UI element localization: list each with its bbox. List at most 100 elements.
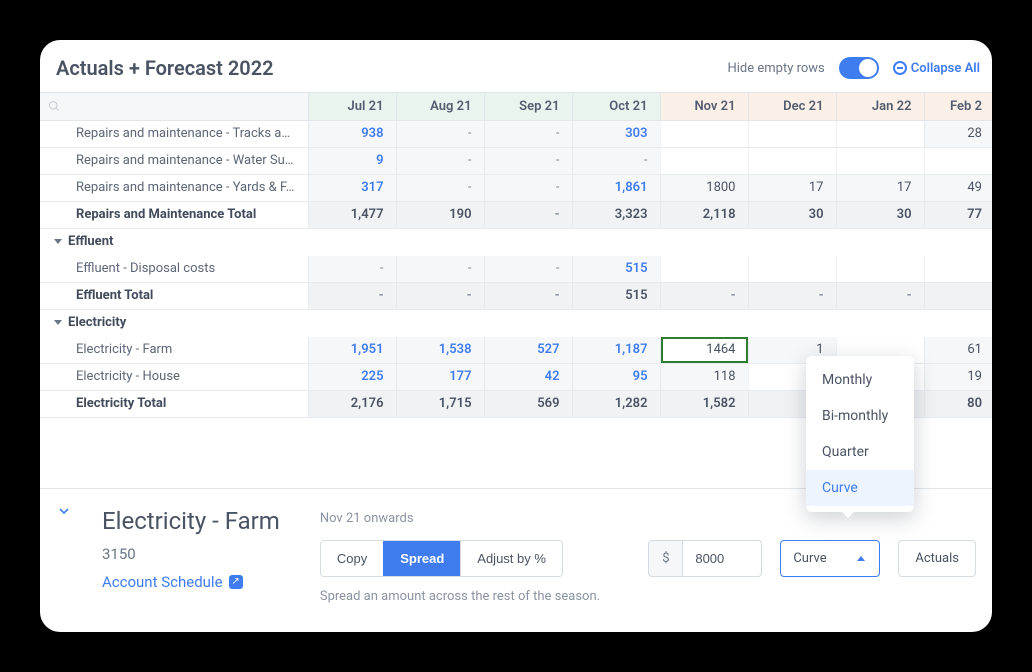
row-label[interactable]: Repairs and maintenance - Water Su… — [40, 153, 296, 168]
cell[interactable]: 95 — [572, 363, 660, 390]
cell[interactable]: 2,176 — [308, 390, 396, 417]
cell[interactable]: - — [484, 174, 572, 201]
cell[interactable]: - — [836, 282, 924, 309]
dropdown-option[interactable]: Quarter — [806, 434, 914, 470]
cell[interactable] — [836, 120, 924, 147]
cell[interactable]: 28 — [924, 120, 992, 147]
cell[interactable]: 303 — [572, 120, 660, 147]
row-label[interactable]: Electricity Total — [40, 396, 296, 411]
cell[interactable]: - — [484, 120, 572, 147]
group-toggle[interactable]: Electricity — [40, 315, 982, 330]
actuals-button[interactable]: Actuals — [898, 540, 976, 577]
col-header[interactable]: Oct 21 — [572, 93, 660, 120]
cell[interactable]: 527 — [484, 336, 572, 363]
cell[interactable]: 118 — [660, 363, 748, 390]
row-label[interactable]: Electricity - Farm — [40, 342, 296, 357]
cell[interactable]: 80 — [924, 390, 992, 417]
cell[interactable]: 3,323 — [572, 201, 660, 228]
cell[interactable]: - — [748, 282, 836, 309]
cell[interactable]: 190 — [396, 201, 484, 228]
col-header[interactable]: Jul 21 — [308, 93, 396, 120]
row-label[interactable]: Effluent Total — [40, 288, 296, 303]
cell[interactable]: - — [308, 282, 396, 309]
hide-empty-toggle[interactable] — [839, 57, 879, 79]
cell[interactable]: - — [484, 282, 572, 309]
spread-button[interactable]: Spread — [383, 541, 460, 576]
cell[interactable]: 515 — [572, 255, 660, 282]
cell[interactable]: 1,538 — [396, 336, 484, 363]
cell[interactable]: 19 — [924, 363, 992, 390]
cell[interactable]: 49 — [924, 174, 992, 201]
cell[interactable] — [660, 255, 748, 282]
cell[interactable]: 1800 — [660, 174, 748, 201]
cell[interactable]: - — [396, 174, 484, 201]
cell[interactable]: 515 — [572, 282, 660, 309]
row-label[interactable]: Repairs and Maintenance Total — [40, 207, 296, 222]
cell[interactable]: 225 — [308, 363, 396, 390]
cell[interactable] — [748, 147, 836, 174]
cell[interactable]: - — [484, 255, 572, 282]
cell[interactable]: 77 — [924, 201, 992, 228]
cell[interactable]: 17 — [748, 174, 836, 201]
cell[interactable]: 1,187 — [572, 336, 660, 363]
cell[interactable]: 30 — [748, 201, 836, 228]
dropdown-option[interactable]: Curve — [806, 470, 914, 506]
amount-input[interactable] — [682, 540, 762, 577]
cell[interactable]: 9 — [308, 147, 396, 174]
cell[interactable] — [660, 120, 748, 147]
group-toggle[interactable]: Effluent — [40, 234, 982, 249]
cell[interactable]: - — [396, 282, 484, 309]
cell[interactable]: - — [308, 255, 396, 282]
adjust-button[interactable]: Adjust by % — [460, 541, 562, 576]
cell[interactable] — [924, 255, 992, 282]
col-header[interactable]: Dec 21 — [748, 93, 836, 120]
cell[interactable]: - — [396, 147, 484, 174]
cell[interactable]: 317 — [308, 174, 396, 201]
col-header[interactable]: Nov 21 — [660, 93, 748, 120]
col-header[interactable]: Aug 21 — [396, 93, 484, 120]
cell[interactable] — [660, 147, 748, 174]
spread-type-select[interactable]: Curve — [780, 540, 880, 577]
cell[interactable]: - — [572, 147, 660, 174]
cell[interactable]: 1464 — [660, 336, 748, 363]
row-label[interactable]: Repairs and maintenance - Yards & F… — [40, 180, 296, 195]
col-header[interactable]: Feb 2 — [924, 93, 992, 120]
cell[interactable]: 1,951 — [308, 336, 396, 363]
cell[interactable] — [836, 255, 924, 282]
copy-button[interactable]: Copy — [321, 541, 383, 576]
cell[interactable]: 1,582 — [660, 390, 748, 417]
cell[interactable]: - — [484, 201, 572, 228]
search-input[interactable] — [48, 93, 296, 120]
dropdown-option[interactable]: Monthly — [806, 362, 914, 398]
cell[interactable]: 2,118 — [660, 201, 748, 228]
cell[interactable]: 61 — [924, 336, 992, 363]
cell[interactable]: - — [484, 147, 572, 174]
collapse-all-button[interactable]: Collapse All — [893, 61, 980, 76]
col-header[interactable]: Sep 21 — [484, 93, 572, 120]
account-schedule-link[interactable]: Account Schedule — [102, 573, 243, 591]
cell[interactable]: - — [396, 120, 484, 147]
row-label[interactable]: Effluent - Disposal costs — [40, 261, 296, 276]
cell[interactable]: 938 — [308, 120, 396, 147]
cell[interactable]: - — [660, 282, 748, 309]
cell[interactable]: 30 — [836, 201, 924, 228]
cell[interactable]: 42 — [484, 363, 572, 390]
cell[interactable] — [836, 147, 924, 174]
cell[interactable]: 569 — [484, 390, 572, 417]
dropdown-option[interactable]: Bi-monthly — [806, 398, 914, 434]
cell[interactable] — [748, 120, 836, 147]
cell[interactable]: 17 — [836, 174, 924, 201]
cell[interactable]: 1,477 — [308, 201, 396, 228]
col-header[interactable]: Jan 22 — [836, 93, 924, 120]
cell[interactable] — [748, 255, 836, 282]
row-label[interactable]: Repairs and maintenance - Tracks a… — [40, 126, 296, 141]
cell[interactable]: 1,282 — [572, 390, 660, 417]
collapse-panel-button[interactable] — [58, 505, 70, 517]
cell[interactable] — [924, 282, 992, 309]
cell[interactable]: - — [396, 255, 484, 282]
row-label[interactable]: Electricity - House — [40, 369, 296, 384]
cell[interactable]: 1,861 — [572, 174, 660, 201]
cell[interactable]: 177 — [396, 363, 484, 390]
cell[interactable]: 1,715 — [396, 390, 484, 417]
cell[interactable] — [924, 147, 992, 174]
